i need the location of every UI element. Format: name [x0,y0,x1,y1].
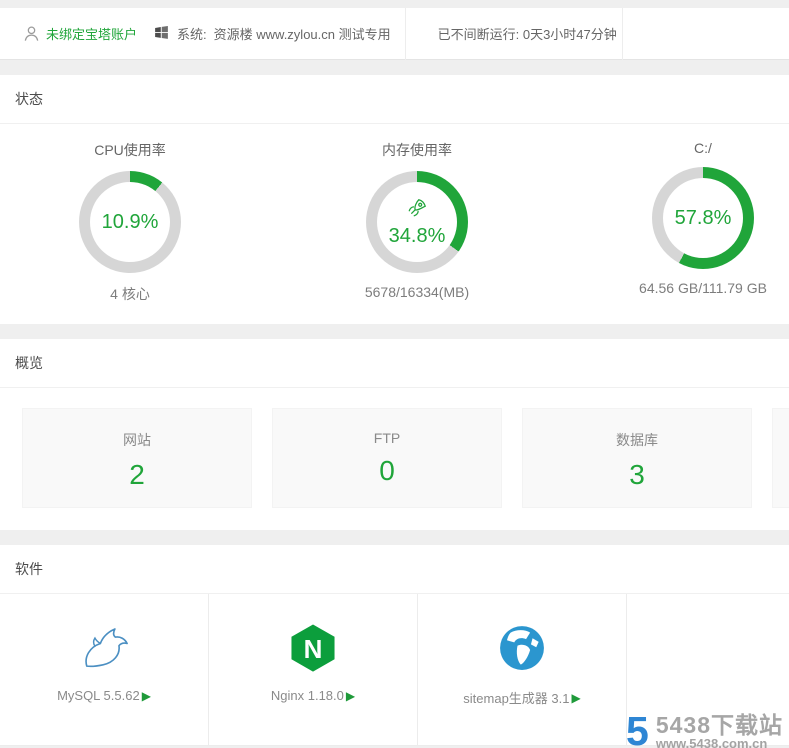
overview-card-sites-value[interactable]: 2 [23,459,251,491]
globe-icon [496,620,548,676]
overview-card-sites-label: 网站 [123,432,151,448]
uptime-label: 已不间断运行: 0天3小时47分钟 [437,27,617,42]
play-icon[interactable]: ▶ [346,690,355,702]
overview-card-ftp[interactable]: FTP 0 [272,408,502,508]
overview-card-ftp-value[interactable]: 0 [273,455,501,487]
gauge-memory: 内存使用率 34.8% 5678/16334(MB) [260,124,574,324]
overview-section: 概览 网站 2 FTP 0 数据库 3 [0,339,789,530]
watermark-logo: 5 [626,708,649,748]
software-item-nginx[interactable]: N Nginx 1.18.0 ▶ [209,594,418,745]
gauge-cpu-donut: 10.9% [79,171,181,273]
play-icon[interactable]: ▶ [571,692,580,704]
gauge-memory-detail: 5678/16334(MB) [364,284,470,300]
system-label: 系统: [177,27,207,42]
gauge-memory-percent: 34.8% [388,224,446,247]
overview-card-database-label: 数据库 [616,432,658,448]
software-title: 软件 [0,545,789,594]
overview-card-sites[interactable]: 网站 2 [22,408,252,508]
gauge-disk-c: C:/ 57.8% 64.56 GB/111.79 GB [574,124,789,324]
gauge-disk-percent: 57.8% [674,206,732,229]
status-gauges: CPU使用率 10.9% 4 核心 内存使用率 34.8% 5678/16334… [0,124,789,324]
svg-text:N: N [304,634,323,664]
uptime: 已不间断运行: 0天3小时47分钟 [404,7,623,60]
user-icon [22,24,41,43]
nginx-icon: N [287,620,339,676]
system-value: 资源楼 www.zylou.cn 测试专用 [213,27,391,42]
topbar: 未绑定宝塔账户 系统: 资源楼 www.zylou.cn 测试专用 已不间断运行… [0,7,789,60]
gauge-cpu-detail: 4 核心 [110,286,150,302]
gauge-memory-donut: 34.8% [366,171,468,273]
software-item-nginx-label[interactable]: Nginx 1.18.0 ▶ [271,688,355,703]
software-item-mysql[interactable]: MySQL 5.5.62 ▶ [0,594,209,745]
software-item-sitemap[interactable]: sitemap生成器 3.1 ▶ [418,594,627,745]
watermark: 5 5438下载站 www.5438.com.cn [626,711,783,748]
gauge-cpu-title: CPU使用率 [94,142,166,158]
status-section: 状态 CPU使用率 10.9% 4 核心 内存使用率 34.8% 5678/16… [0,75,789,324]
watermark-site-name: 5438下载站 [655,711,783,738]
bind-account-link[interactable]: 未绑定宝塔账户 [22,24,137,43]
gauge-disk-detail: 64.56 GB/111.79 GB [639,280,767,296]
system-info: 系统: 资源楼 www.zylou.cn 测试专用 [153,24,391,44]
overview-card-database-value[interactable]: 3 [523,459,751,491]
gauge-disk-title: C:/ [694,140,712,156]
overview-title: 概览 [0,339,789,388]
overview-card-partial[interactable] [772,408,789,508]
overview-cards: 网站 2 FTP 0 数据库 3 [0,388,789,530]
software-item-mysql-label[interactable]: MySQL 5.5.62 ▶ [57,688,151,703]
mysql-dolphin-icon [75,620,133,676]
gauge-cpu-percent: 10.9% [101,210,159,233]
overview-card-ftp-label: FTP [373,430,401,446]
account-label[interactable]: 未绑定宝塔账户 [46,24,137,43]
overview-card-database[interactable]: 数据库 3 [522,408,752,508]
gauge-disk-donut: 57.8% [652,167,754,269]
play-icon[interactable]: ▶ [142,690,151,702]
software-item-sitemap-label[interactable]: sitemap生成器 3.1 ▶ [463,688,580,707]
watermark-site-url: www.5438.com.cn [655,735,768,748]
rocket-icon[interactable] [406,197,428,224]
status-title: 状态 [0,75,789,124]
gauge-cpu: CPU使用率 10.9% 4 核心 [0,124,260,324]
windows-logo-icon [153,24,170,44]
gauge-memory-title: 内存使用率 [382,142,452,158]
